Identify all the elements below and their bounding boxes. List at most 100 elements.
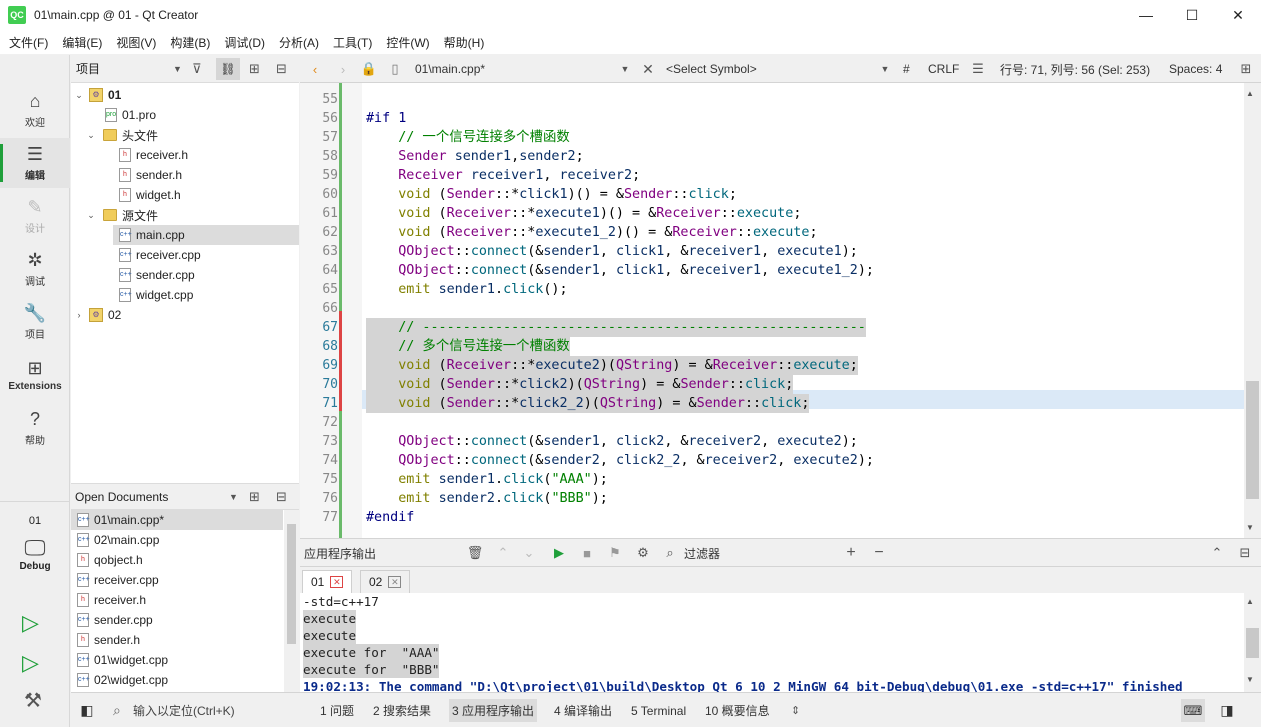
close-tab-icon[interactable]: ✕ [330,576,344,588]
minimize-button[interactable]: — [1123,0,1169,30]
editor-scrollbar[interactable]: ▲ ▼ [1244,83,1261,538]
code-line[interactable] [366,413,374,432]
scrollbar-thumb[interactable] [1246,381,1259,499]
chevron-down-icon[interactable]: ▼ [173,64,182,74]
chevron-down-icon[interactable]: ⌄ [85,130,97,141]
split-add-icon[interactable]: ⊞ [249,489,260,505]
menu-debug[interactable]: 调试(D) [217,34,272,51]
chevron-updown-icon[interactable]: ⇕ [791,693,800,727]
scroll-up-icon[interactable]: ▲ [1246,89,1258,98]
close-tab-icon[interactable]: ✕ [388,576,402,588]
back-arrow-icon[interactable]: ‹ [306,55,324,83]
menu-tools[interactable]: 工具(T) [326,34,379,51]
list-item[interactable]: c++ 02\main.cpp [71,530,283,550]
mode-debug[interactable]: ✲ 调试 [0,244,70,294]
code-line[interactable]: emit sender1.click("AAA"); [366,470,608,489]
menu-view[interactable]: 视图(V) [109,34,163,51]
mode-welcome[interactable]: ⌂ 欢迎 [0,85,70,135]
tree-item-receiver-cpp[interactable]: c++ receiver.cpp [71,245,299,265]
menu-file[interactable]: 文件(F) [2,34,55,51]
chevron-down-icon[interactable]: ⌄ [85,210,97,221]
code-line[interactable]: void (Receiver::*execute2)(QString) = &R… [366,356,858,375]
kit-selector[interactable]: 🖵 Debug [10,535,60,585]
pane-terminal[interactable]: 5 Terminal [631,693,686,727]
output-tab-02[interactable]: 02 ✕ [360,570,411,593]
list-item[interactable]: c++ 02\widget.cpp [71,670,283,690]
output-tab-01[interactable]: 01 ✕ [302,570,353,593]
scroll-down-icon[interactable]: ▼ [1246,675,1258,684]
link-editor-icon[interactable]: ⛓ [216,58,240,80]
code-line[interactable]: Sender sender1,sender2; [366,147,583,166]
line-ending-selector[interactable]: CRLF [928,55,959,83]
mode-design[interactable]: ✎ 设计 [0,191,70,241]
chevron-down-icon[interactable]: ⌄ [520,539,538,567]
project-pane-title[interactable]: 项目 [76,60,176,77]
debug-run-icon[interactable]: ▷ [22,650,48,676]
chevron-up-icon[interactable]: ⌃ [1208,539,1226,567]
scrollbar-thumb[interactable] [287,524,296,644]
code-line[interactable]: // 多个信号连接一个槽函数 [366,337,570,356]
mode-extensions[interactable]: ⊞ Extensions [0,350,70,400]
scroll-down-icon[interactable]: ▼ [1246,523,1258,532]
list-item[interactable]: h sender.h [71,630,283,650]
scroll-up-icon[interactable]: ▲ [1246,597,1258,606]
code-line[interactable]: QObject::connect(&sender1, click1, &rece… [366,242,858,261]
code-line[interactable]: QObject::connect(&sender2, click2_2, &re… [366,451,874,470]
code-line[interactable]: void (Sender::*click2)(QString) = &Sende… [366,375,794,394]
list-item[interactable]: h qobject.h [71,550,283,570]
tree-item-sources-folder[interactable]: ⌄ 源文件 [71,205,299,225]
menu-widgets[interactable]: 控件(W) [379,34,436,51]
tree-item-sender-h[interactable]: h sender.h [71,165,299,185]
code-line[interactable]: // 一个信号连接多个槽函数 [366,128,570,147]
symbol-selector[interactable]: <Select Symbol> [666,55,757,83]
list-item[interactable]: c++ receiver.cpp [71,570,283,590]
run-icon[interactable]: ▷ [22,610,48,636]
menu-edit[interactable]: 编辑(E) [55,34,109,51]
code-line[interactable]: void (Receiver::*execute1)() = &Receiver… [366,204,801,223]
list-item[interactable]: c++ 01\main.cpp* [71,510,283,530]
menu-analyze[interactable]: 分析(A) [272,34,326,51]
code-line[interactable]: emit sender1.click(); [366,280,567,299]
lock-icon[interactable]: 🔒 [360,55,378,83]
scrollbar-thumb[interactable] [1246,628,1259,658]
cursor-position[interactable]: 行号: 71, 列号: 56 (Sel: 253) [1000,55,1150,83]
pane-compile-output[interactable]: 4 编译输出 [554,693,612,727]
chevron-up-icon[interactable]: ⌃ [494,539,512,567]
code-line[interactable]: void (Sender::*click2_2)(QString) = &Sen… [366,394,810,413]
code-line[interactable]: #if 1 [366,109,406,128]
code-line[interactable]: void (Sender::*click1)() = &Sender::clic… [366,185,737,204]
mode-edit[interactable]: ☰ 编辑 [0,138,70,188]
chevron-right-icon[interactable]: › [73,310,85,320]
code-line[interactable] [366,299,374,318]
chevron-down-icon[interactable]: ⌄ [73,90,85,101]
tree-item-main-cpp[interactable]: c++ main.cpp [113,225,299,245]
code-line[interactable]: QObject::connect(&sender1, click2, &rece… [366,432,858,451]
hash-toggle[interactable]: # [903,55,910,83]
current-file-selector[interactable]: 01\main.cpp* [415,55,485,83]
zoom-in-icon[interactable]: + [842,539,860,567]
close-pane-icon[interactable]: ⊟ [1236,539,1254,567]
open-documents-title[interactable]: Open Documents [75,490,168,504]
settings-gear-icon[interactable]: ⚙ [634,539,652,567]
mode-help[interactable]: ? 帮助 [0,403,70,453]
code-line[interactable]: Receiver receiver1, receiver2; [366,166,640,185]
progress-toggle-icon[interactable]: ⌨ [1181,699,1205,722]
tree-item-widget-cpp[interactable]: c++ widget.cpp [71,285,299,305]
attach-debugger-icon[interactable]: ⚑ [606,539,624,567]
tree-item-project-02[interactable]: › ⚙ 02 [71,305,299,325]
clear-output-icon[interactable]: 🗑 [466,539,484,567]
pane-issues[interactable]: 1 问题 [320,693,354,727]
list-item[interactable]: c++ 01\widget.cpp [71,650,283,670]
tree-item-widget-h[interactable]: h widget.h [71,185,299,205]
filter-icon[interactable]: ⊽ [192,61,202,77]
tree-item-headers-folder[interactable]: ⌄ 头文件 [71,125,299,145]
tree-item-receiver-h[interactable]: h receiver.h [71,145,299,165]
maximize-button[interactable]: ☐ [1169,0,1215,30]
rerun-icon[interactable]: ▶ [550,539,568,567]
close-document-icon[interactable]: ✕ [638,55,658,83]
chevron-down-icon[interactable]: ▼ [618,55,632,83]
zoom-out-icon[interactable]: − [870,539,888,567]
tree-item-project-01[interactable]: ⌄ ⚙ 01 [71,85,299,105]
split-add-icon[interactable]: ⊞ [1238,55,1254,83]
split-add-icon[interactable]: ⊞ [249,61,260,77]
